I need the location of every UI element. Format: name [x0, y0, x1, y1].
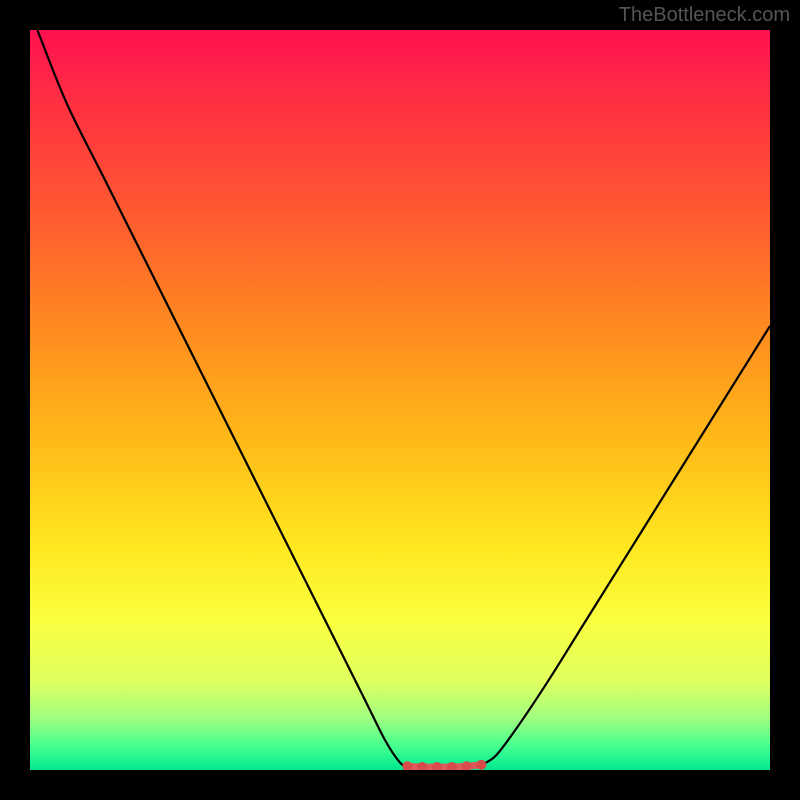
bottom-flat-marker [432, 762, 442, 770]
right-curve-path [481, 326, 770, 765]
bottom-flat-segment [402, 760, 486, 770]
left-curve-path [37, 30, 407, 766]
watermark-text: TheBottleneck.com [619, 4, 790, 27]
chart-plot-area [30, 30, 770, 770]
chart-curves-svg [30, 30, 770, 770]
bottom-flat-marker [417, 762, 427, 770]
bottom-flat-marker [476, 760, 486, 770]
bottom-flat-marker [447, 762, 457, 770]
bottom-flat-marker [402, 761, 412, 770]
